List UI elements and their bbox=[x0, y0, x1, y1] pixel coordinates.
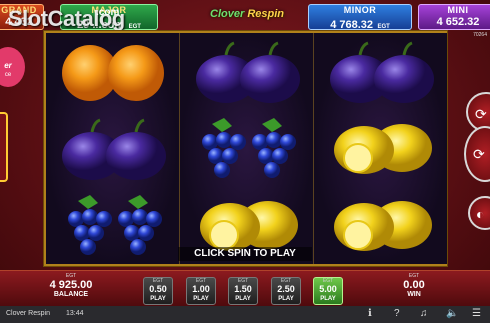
gamble-button[interactable]: ◐ bbox=[468, 196, 490, 230]
reel-area bbox=[44, 31, 447, 266]
balance-value: 4 925.00 bbox=[49, 279, 93, 291]
bet-button-3[interactable]: EGT 2.50 PLAY bbox=[271, 277, 301, 305]
bet-value: 2.50 bbox=[277, 284, 295, 294]
spin-icon: ⟳ bbox=[473, 146, 485, 162]
music-icon[interactable]: ♫ bbox=[420, 308, 428, 319]
svg-text:er: er bbox=[4, 61, 12, 70]
bet-button-1[interactable]: EGT 1.00 PLAY bbox=[186, 277, 216, 305]
bet-value: 1.50 bbox=[234, 284, 252, 294]
balance-label: BALANCE bbox=[53, 291, 89, 298]
svg-text:ce: ce bbox=[5, 72, 12, 78]
symbol-lemon bbox=[314, 187, 447, 264]
jackpot-minor-title: MINOR bbox=[343, 5, 377, 15]
win-value: 0.00 bbox=[403, 279, 425, 291]
bet-label: PLAY bbox=[235, 296, 251, 302]
win-label: WIN bbox=[407, 291, 421, 298]
bet-button-0[interactable]: EGT 0.50 PLAY bbox=[143, 277, 173, 305]
jackpot-minor-currency: EGT bbox=[377, 24, 390, 30]
info-icon[interactable]: ℹ bbox=[368, 308, 372, 319]
logo-word-clover: Clover bbox=[210, 8, 245, 20]
bottom-bar: EGT 4 925.00 BALANCE EGT 0.50 PLAY EGT 1… bbox=[0, 270, 490, 306]
bet-value: 0.50 bbox=[149, 284, 167, 294]
game-screen: GRAND 4 432 MAJOR 29 ...com EGT Clover R… bbox=[0, 0, 490, 323]
game-name: Clover Respin bbox=[6, 310, 50, 317]
symbol-lemon bbox=[314, 110, 447, 187]
reel-1 bbox=[46, 33, 179, 264]
win-display: EGT 0.00 WIN bbox=[384, 273, 444, 298]
help-icon[interactable]: ? bbox=[394, 308, 400, 319]
bet-button-4[interactable]: EGT 5.00 PLAY bbox=[313, 277, 343, 305]
autoplay-icon: ⟳ bbox=[475, 106, 487, 122]
status-bar: Clover Respin 13:44 ℹ ? ♫ 🔈 ☰ bbox=[0, 306, 490, 323]
symbol-plum bbox=[46, 110, 179, 187]
bet-value: 5.00 bbox=[319, 284, 337, 294]
symbol-plum bbox=[314, 33, 447, 110]
bet-button-2[interactable]: EGT 1.50 PLAY bbox=[228, 277, 258, 305]
symbol-grapes bbox=[180, 110, 313, 187]
side-panel-tab[interactable] bbox=[0, 112, 8, 182]
jackpot-mini: MINI 4 652.32 bbox=[418, 4, 490, 30]
symbol-orange bbox=[46, 33, 179, 110]
reel-3 bbox=[314, 33, 447, 264]
menu-icon[interactable]: ☰ bbox=[472, 308, 481, 319]
bet-label: PLAY bbox=[150, 296, 166, 302]
bet-label: PLAY bbox=[193, 296, 209, 302]
sound-icon[interactable]: 🔈 bbox=[446, 308, 458, 319]
clover-logo-badge: er ce bbox=[0, 44, 26, 90]
gamble-icon: ◐ bbox=[476, 206, 485, 222]
reel-2 bbox=[180, 33, 313, 264]
jackpot-minor-value: 4 768.32 bbox=[330, 19, 374, 31]
watermark-suffix: .com bbox=[96, 7, 120, 18]
click-spin-to-play: CLICK SPIN TO PLAY bbox=[178, 247, 312, 261]
jackpot-mini-title: MINI bbox=[447, 5, 469, 15]
bet-label: PLAY bbox=[320, 296, 336, 302]
clock: 13:44 bbox=[66, 310, 84, 317]
jackpot-major-currency: EGT bbox=[128, 24, 141, 30]
bet-label: PLAY bbox=[278, 296, 294, 302]
spin-button[interactable]: ⟳ bbox=[464, 126, 490, 182]
jackpot-mini-value: 4 652.32 bbox=[436, 16, 480, 28]
game-id: 70264 bbox=[473, 32, 487, 38]
bet-value: 1.00 bbox=[192, 284, 210, 294]
balance-display: EGT 4 925.00 BALANCE bbox=[40, 273, 102, 298]
logo-word-respin: Respin bbox=[247, 8, 284, 20]
jackpot-minor: MINOR 4 768.32 EGT bbox=[308, 4, 412, 31]
game-logo: Clover Respin bbox=[186, 8, 308, 20]
symbol-grapes bbox=[46, 187, 179, 264]
symbol-plum bbox=[180, 33, 313, 110]
